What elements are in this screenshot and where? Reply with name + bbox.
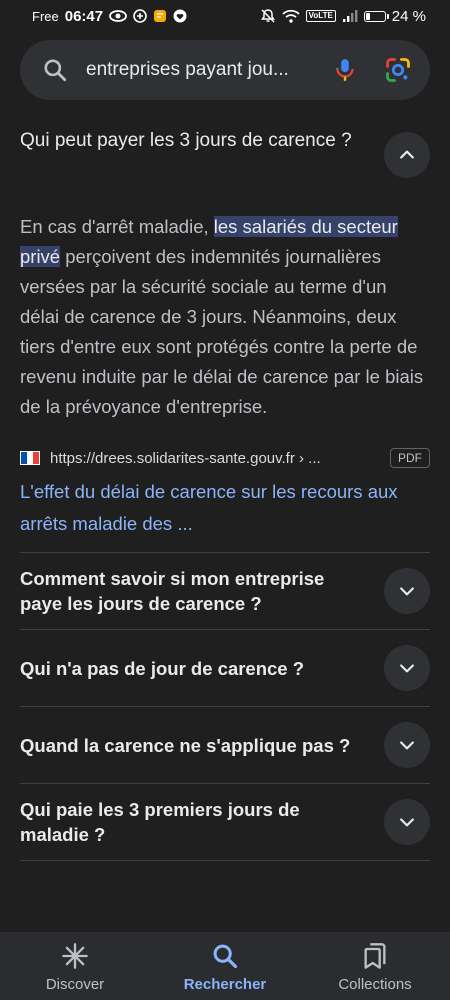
notes-icon bbox=[153, 9, 167, 23]
screen: Free 06:47 VoLTE 24 % entreprises payant… bbox=[0, 0, 450, 1000]
faq-expanded-header[interactable]: Qui peut payer les 3 jours de carence ? bbox=[0, 110, 450, 200]
battery-percent: 24 % bbox=[391, 7, 426, 25]
collapse-button[interactable] bbox=[384, 132, 430, 178]
faq-question: Quand la carence ne s'applique pas ? bbox=[20, 734, 351, 756]
faq-answer: En cas d'arrêt maladie, les salariés du … bbox=[0, 200, 450, 422]
search-query[interactable]: entreprises payant jou... bbox=[86, 59, 312, 81]
status-right: VoLTE 24 % bbox=[260, 8, 426, 25]
faq-list: Comment savoir si mon entreprise paye le… bbox=[0, 552, 450, 937]
faq-question: Comment savoir si mon entreprise paye le… bbox=[20, 568, 325, 614]
mute-icon bbox=[260, 8, 276, 24]
asterisk-icon bbox=[62, 943, 88, 969]
faq-item-partial bbox=[20, 860, 430, 937]
expand-button[interactable] bbox=[384, 799, 430, 845]
chevron-down-icon bbox=[400, 587, 414, 596]
nav-search[interactable]: Rechercher bbox=[155, 942, 295, 993]
carrier-name: Free bbox=[32, 8, 59, 24]
bottom-nav: Discover Rechercher Collections bbox=[0, 932, 450, 1000]
heart-icon bbox=[173, 9, 187, 23]
faq-item[interactable]: Comment savoir si mon entreprise paye le… bbox=[20, 552, 430, 629]
faq-expanded-question: Qui peut payer les 3 jours de carence ? bbox=[20, 130, 352, 151]
eye-icon bbox=[109, 10, 128, 22]
faq-item[interactable]: Qui paie les 3 premiers jours de maladie… bbox=[20, 783, 430, 860]
expand-button[interactable] bbox=[384, 722, 430, 768]
status-time: 06:47 bbox=[64, 7, 104, 25]
google-lens-icon[interactable] bbox=[384, 56, 412, 84]
collections-icon bbox=[364, 943, 386, 969]
nav-label: Discover bbox=[45, 976, 105, 993]
faq-item[interactable]: Quand la carence ne s'applique pas ? bbox=[20, 706, 430, 783]
nav-label: Collections bbox=[338, 976, 412, 993]
expand-button[interactable] bbox=[384, 645, 430, 691]
status-bar: Free 06:47 VoLTE 24 % bbox=[0, 0, 450, 32]
expand-button[interactable] bbox=[384, 568, 430, 614]
shield-icon bbox=[133, 9, 147, 23]
chevron-up-icon bbox=[400, 150, 414, 159]
nav-discover[interactable]: Discover bbox=[5, 942, 145, 993]
chevron-down-icon bbox=[400, 741, 414, 750]
volte-badge: VoLTE bbox=[305, 10, 336, 22]
answer-text-end: perçoivent des indemnités journalières v… bbox=[20, 246, 424, 417]
battery-fill bbox=[365, 12, 370, 20]
result-title-link[interactable]: L'effet du délai de carence sur les reco… bbox=[0, 470, 450, 540]
source-url[interactable]: https://drees.solidarites-sante.gouv.fr … bbox=[50, 450, 390, 467]
search-icon bbox=[44, 59, 67, 82]
nav-label: Rechercher bbox=[183, 976, 267, 993]
faq-question: Qui paie les 3 premiers jours de maladie… bbox=[20, 799, 300, 845]
gov-favicon-icon bbox=[20, 451, 40, 465]
chevron-down-icon bbox=[400, 664, 414, 673]
faq-item[interactable]: Qui n'a pas de jour de carence ? bbox=[20, 629, 430, 706]
pdf-badge: PDF bbox=[390, 448, 430, 468]
nav-collections[interactable]: Collections bbox=[305, 942, 445, 993]
results-content: Qui peut payer les 3 jours de carence ? … bbox=[0, 110, 450, 937]
mic-icon[interactable] bbox=[332, 57, 358, 83]
wifi-icon bbox=[282, 9, 300, 23]
faq-question: Qui n'a pas de jour de carence ? bbox=[20, 657, 305, 679]
chevron-down-icon bbox=[400, 818, 414, 827]
battery-icon bbox=[363, 10, 389, 22]
search-bar[interactable]: entreprises payant jou... bbox=[20, 40, 430, 100]
answer-text-start: En cas d'arrêt maladie, bbox=[20, 216, 214, 237]
source-row[interactable]: https://drees.solidarites-sante.gouv.fr … bbox=[0, 446, 450, 470]
status-left: Free 06:47 bbox=[32, 8, 187, 25]
search-icon bbox=[213, 944, 238, 969]
signal-icon bbox=[342, 9, 358, 23]
